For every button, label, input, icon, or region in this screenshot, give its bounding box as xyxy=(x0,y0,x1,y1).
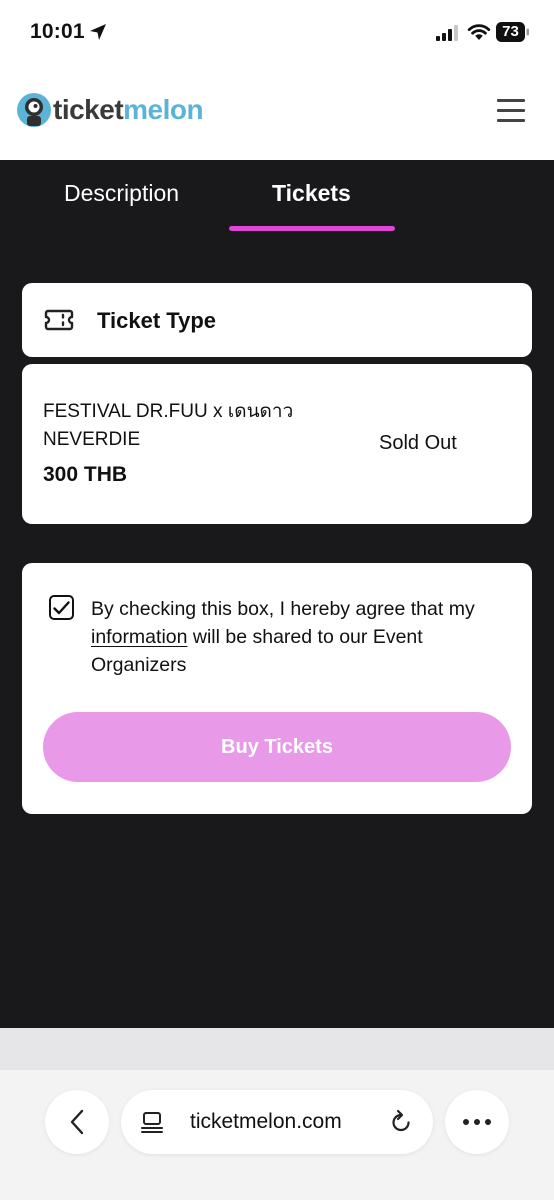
page-footer-strip xyxy=(0,1028,554,1070)
ticketmelon-logo[interactable]: ticketmelon xyxy=(16,90,204,130)
reload-icon[interactable] xyxy=(389,1109,413,1135)
ticket-name: FESTIVAL DR.FUU x เดนดาว NEVERDIE xyxy=(43,401,294,450)
hamburger-menu-icon[interactable] xyxy=(497,99,525,123)
consent-text: By checking this box, I hereby agree tha… xyxy=(91,595,511,679)
checkmark-icon xyxy=(53,600,70,614)
event-tickets-panel: Description Tickets Ticket Type FESTIVAL… xyxy=(0,160,554,1028)
battery-icon: 73 xyxy=(496,21,530,43)
ticket-item-card: FESTIVAL DR.FUU x เดนดาว NEVERDIE 300 TH… xyxy=(22,364,532,524)
astronaut-logo-icon xyxy=(17,93,51,127)
consent-card: By checking this box, I hereby agree tha… xyxy=(22,563,532,814)
cellular-signal-icon xyxy=(436,25,458,41)
battery-level: 73 xyxy=(502,23,519,40)
buy-tickets-button[interactable]: Buy Tickets xyxy=(43,712,511,782)
tab-description[interactable]: Description xyxy=(64,180,179,207)
more-dots-icon xyxy=(463,1119,491,1125)
page-menu-icon xyxy=(141,1112,163,1133)
consent-checkbox[interactable] xyxy=(49,595,74,620)
chevron-left-icon xyxy=(70,1109,84,1135)
ticket-status: Sold Out xyxy=(379,432,457,454)
logo-text-ticket: ticket xyxy=(53,94,124,125)
back-button[interactable] xyxy=(45,1090,109,1154)
status-time: 10:01 xyxy=(30,20,85,43)
logo-text-melon: melon xyxy=(123,94,204,125)
status-bar: 10:01 73 xyxy=(0,0,554,66)
ticket-icon xyxy=(44,309,74,331)
ticket-type-title: Ticket Type xyxy=(97,308,217,333)
ticket-price: 300 THB xyxy=(43,463,128,486)
ticket-type-card: Ticket Type xyxy=(22,283,532,357)
site-header: ticketmelon xyxy=(0,66,554,160)
information-link[interactable]: information xyxy=(91,626,187,648)
address-bar[interactable]: ticketmelon.com xyxy=(121,1090,433,1154)
tab-tickets[interactable]: Tickets xyxy=(272,180,351,207)
url-text[interactable]: ticketmelon.com xyxy=(190,1110,342,1134)
logo-wordmark: ticketmelon xyxy=(53,94,204,126)
browser-toolbar: ticketmelon.com xyxy=(0,1070,554,1200)
wifi-icon xyxy=(467,24,491,40)
active-tab-indicator xyxy=(229,226,395,231)
location-arrow-icon xyxy=(90,24,106,40)
consent-text-before: By checking this box, I hereby agree tha… xyxy=(91,598,475,620)
more-options-button[interactable] xyxy=(445,1090,509,1154)
